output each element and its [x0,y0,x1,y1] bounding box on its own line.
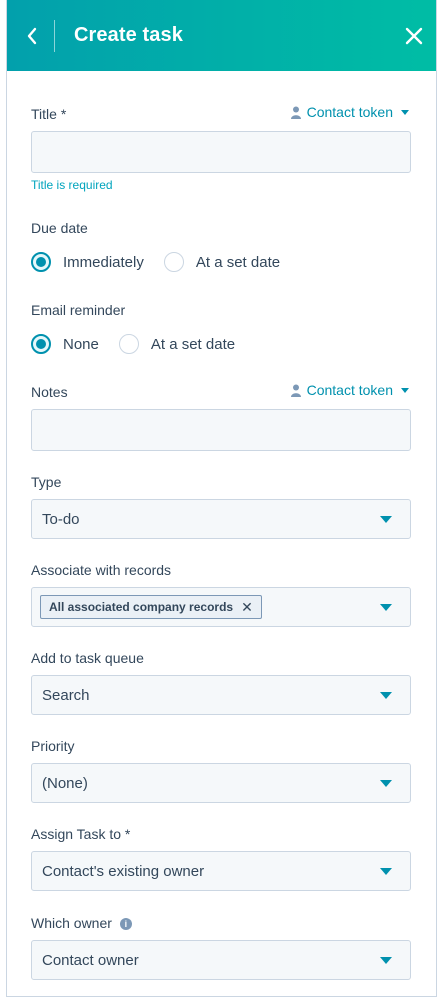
priority-select[interactable]: (None) [31,763,411,803]
dropdown-arrow-icon [380,957,392,964]
chevron-left-icon [27,27,37,45]
email-reminder-radio-group: None At a set date [31,332,235,356]
due-date-option-label: Immediately [63,253,144,271]
dropdown-arrow-icon [380,780,392,787]
radio-unselected-icon[interactable] [163,252,184,272]
task-queue-select[interactable]: Search [31,675,411,715]
type-select-value: To-do [42,510,80,528]
email-reminder-option-label: None [63,335,99,353]
caret-down-icon [401,387,409,393]
notes-token-label: Contact token [306,382,393,398]
radio-selected-icon[interactable] [31,252,51,272]
owner-select-value: Contact owner [42,951,139,969]
email-reminder-option-label: At a set date [150,335,236,353]
title-token-label: Contact token [306,104,393,120]
create-task-panel: Create task Title * Contact token Title … [6,0,437,997]
due-date-option-set-date[interactable]: At a set date [163,252,281,272]
priority-label: Priority [31,738,75,754]
associate-records-select[interactable]: All associated company records ✕ [31,587,411,627]
email-reminder-option-set-date[interactable]: At a set date [118,334,236,354]
person-icon [290,384,301,397]
assign-select-value: Contact's existing owner [42,862,205,880]
close-icon [405,27,423,45]
title-contact-token[interactable]: Contact token [290,104,409,120]
due-date-option-immediately[interactable]: Immediately [31,252,144,272]
email-reminder-option-none[interactable]: None [31,334,99,354]
dropdown-arrow-icon [380,692,392,699]
caret-down-icon [401,109,409,115]
associate-label: Associate with records [31,562,172,578]
dropdown-arrow-icon [380,868,392,875]
notes-label: Notes [31,384,68,400]
priority-select-value: (None) [42,774,88,792]
due-date-radio-group: Immediately At a set date [31,250,280,274]
task-queue-select-value: Search [42,686,90,704]
assign-label: Assign Task to * [31,826,131,842]
header-divider [54,20,55,52]
back-button[interactable] [15,19,49,53]
radio-selected-icon[interactable] [31,334,51,354]
notes-input[interactable] [31,409,411,451]
remove-chip-icon[interactable]: ✕ [241,599,253,616]
dropdown-arrow-icon [380,516,392,523]
associated-record-chip: All associated company records ✕ [40,595,262,619]
task-queue-label: Add to task queue [31,650,144,666]
dropdown-arrow-icon [380,604,392,611]
person-icon [290,106,301,119]
title-input[interactable] [31,131,411,173]
chip-label: All associated company records [49,600,234,614]
info-icon[interactable]: i [119,918,132,930]
assign-select[interactable]: Contact's existing owner [31,851,411,891]
due-date-option-label: At a set date [195,253,281,271]
notes-contact-token[interactable]: Contact token [290,382,409,398]
type-label: Type [31,474,62,490]
panel-title: Create task [74,24,183,46]
type-select[interactable]: To-do [31,499,411,539]
owner-select[interactable]: Contact owner [31,940,411,980]
due-date-label: Due date [31,220,88,236]
title-error-text: Title is required [31,178,113,192]
title-label: Title * [31,106,67,122]
radio-unselected-icon[interactable] [118,334,139,354]
owner-label: Which owner [31,915,112,931]
panel-header: Create task [7,0,436,71]
email-reminder-label: Email reminder [31,302,126,318]
owner-label-row: Which owner i [31,915,132,931]
close-button[interactable] [398,20,430,52]
